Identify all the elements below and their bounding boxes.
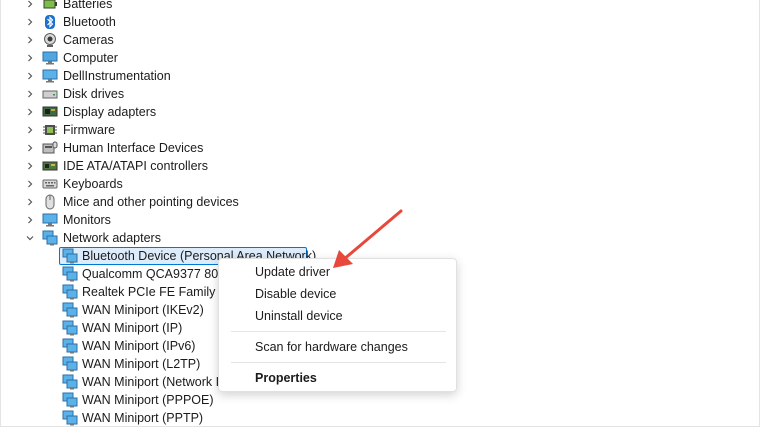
monitor-icon bbox=[42, 68, 58, 84]
hid-icon bbox=[42, 140, 58, 156]
tree-category-row[interactable]: Display adapters bbox=[1, 103, 321, 121]
tree-category-row[interactable]: Firmware bbox=[1, 121, 321, 139]
tree-category-row[interactable]: Computer bbox=[1, 49, 321, 67]
chevron-right-icon[interactable] bbox=[23, 121, 37, 139]
tree-category-label: Display adapters bbox=[63, 105, 157, 119]
tree-category-row[interactable]: IDE ATA/ATAPI controllers bbox=[1, 157, 321, 175]
tree-category-row[interactable]: Cameras bbox=[1, 31, 321, 49]
menu-item-scan-hardware[interactable]: Scan for hardware changes bbox=[255, 337, 408, 357]
tree-category-row[interactable]: Network adapters bbox=[1, 229, 321, 247]
tree-item-label: WAN Miniport (IKEv2) bbox=[82, 303, 204, 317]
mouse-icon bbox=[42, 194, 58, 210]
menu-item-properties[interactable]: Properties bbox=[255, 368, 317, 388]
tree-category-label: Computer bbox=[63, 51, 118, 65]
network-adapter-icon bbox=[62, 374, 78, 390]
chevron-right-icon[interactable] bbox=[23, 49, 37, 67]
tree-category-label: Disk drives bbox=[63, 87, 125, 101]
chevron-right-icon[interactable] bbox=[23, 157, 37, 175]
tree-item-label: WAN Miniport (IPv6) bbox=[82, 339, 196, 353]
chevron-right-icon[interactable] bbox=[23, 103, 37, 121]
tree-category-label: Mice and other pointing devices bbox=[63, 195, 239, 209]
firmware-icon bbox=[42, 122, 58, 138]
monitor-icon bbox=[42, 212, 58, 228]
tree-item[interactable]: WAN Miniport (PPPOE) bbox=[1, 391, 321, 409]
chevron-right-icon[interactable] bbox=[23, 31, 37, 49]
network-adapter-icon bbox=[62, 356, 78, 372]
ide-controller-icon bbox=[42, 158, 58, 174]
tree-category-label: Bluetooth bbox=[63, 15, 116, 29]
annotation-arrow bbox=[333, 209, 403, 268]
network-adapter-icon bbox=[62, 266, 78, 282]
context-menu: Update driver Disable device Uninstall d… bbox=[218, 258, 457, 392]
network-adapter-icon bbox=[62, 338, 78, 354]
tree-category-row[interactable]: Disk drives bbox=[1, 85, 321, 103]
tree-category-label: Batteries bbox=[63, 0, 113, 11]
tree-category-row[interactable]: Bluetooth bbox=[1, 13, 321, 31]
menu-separator bbox=[231, 362, 446, 363]
tree-item-label: WAN Miniport (IP) bbox=[82, 321, 183, 335]
tree-category-label: Human Interface Devices bbox=[63, 141, 204, 155]
keyboard-icon bbox=[42, 176, 58, 192]
tree-category-label: Monitors bbox=[63, 213, 111, 227]
chevron-right-icon[interactable] bbox=[23, 13, 37, 31]
tree-category-label: Cameras bbox=[63, 33, 114, 47]
tree-category-label: Network adapters bbox=[63, 231, 161, 245]
tree-category-label: Firmware bbox=[63, 123, 116, 137]
chevron-right-icon[interactable] bbox=[23, 175, 37, 193]
chevron-right-icon[interactable] bbox=[23, 139, 37, 157]
network-adapter-icon bbox=[42, 230, 58, 246]
network-adapter-icon bbox=[62, 284, 78, 300]
tree-item-label: WAN Miniport (L2TP) bbox=[82, 357, 201, 371]
tree-category-label: DellInstrumentation bbox=[63, 69, 171, 83]
chevron-right-icon[interactable] bbox=[23, 67, 37, 85]
menu-item-disable-device[interactable]: Disable device bbox=[255, 284, 336, 304]
tree-item-label: WAN Miniport (PPTP) bbox=[82, 411, 204, 425]
computer-icon bbox=[42, 50, 58, 66]
chevron-down-icon[interactable] bbox=[23, 229, 37, 247]
tree-category-row[interactable]: Human Interface Devices bbox=[1, 139, 321, 157]
network-adapter-icon bbox=[62, 302, 78, 318]
network-adapter-icon bbox=[62, 248, 78, 264]
tree-item-label: WAN Miniport (PPPOE) bbox=[82, 393, 214, 407]
battery-icon bbox=[42, 0, 58, 12]
tree-item-label: WAN Miniport (Network I bbox=[82, 375, 220, 389]
tree-category-label: IDE ATA/ATAPI controllers bbox=[63, 159, 208, 173]
tree-item-label: Realtek PCIe FE Family Co bbox=[82, 285, 235, 299]
bluetooth-icon bbox=[42, 14, 58, 30]
tree-category-row[interactable]: Batteries bbox=[1, 0, 321, 13]
tree-category-row[interactable]: Keyboards bbox=[1, 175, 321, 193]
chevron-right-icon[interactable] bbox=[23, 211, 37, 229]
disk-drive-icon bbox=[42, 86, 58, 102]
network-adapter-icon bbox=[62, 410, 78, 426]
menu-separator bbox=[231, 331, 446, 332]
chevron-right-icon[interactable] bbox=[23, 193, 37, 211]
camera-icon bbox=[42, 32, 58, 48]
network-adapter-icon bbox=[62, 320, 78, 336]
tree-item-label: Qualcomm QCA9377 802 bbox=[82, 267, 226, 281]
chevron-right-icon[interactable] bbox=[23, 0, 37, 13]
display-adapter-icon bbox=[42, 104, 58, 120]
tree-category-label: Keyboards bbox=[63, 177, 123, 191]
tree-category-row[interactable]: Mice and other pointing devices bbox=[1, 193, 321, 211]
tree-item[interactable]: WAN Miniport (PPTP) bbox=[1, 409, 321, 427]
tree-category-row[interactable]: Monitors bbox=[1, 211, 321, 229]
device-manager-tree-panel: Batteries Bluetooth Cameras Computer DellIns… bbox=[0, 0, 760, 427]
tree-category-row[interactable]: DellInstrumentation bbox=[1, 67, 321, 85]
menu-item-uninstall-device[interactable]: Uninstall device bbox=[255, 306, 343, 326]
menu-item-update-driver[interactable]: Update driver bbox=[255, 262, 330, 282]
network-adapter-icon bbox=[62, 392, 78, 408]
chevron-right-icon[interactable] bbox=[23, 85, 37, 103]
